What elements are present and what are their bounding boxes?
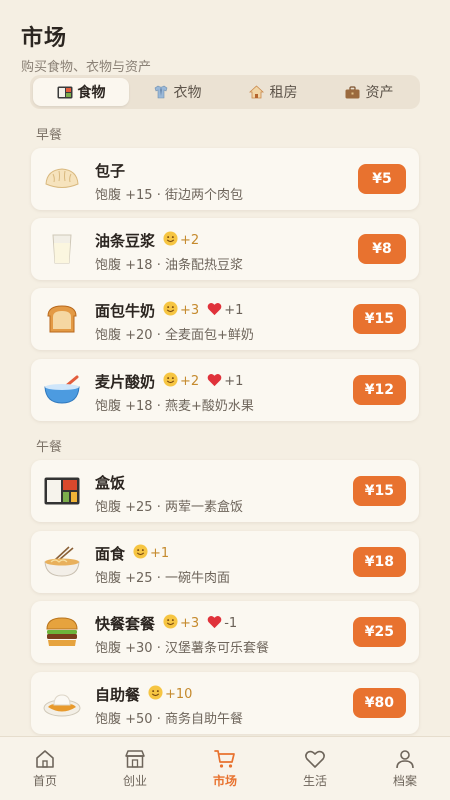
tab-label: 资产 <box>365 85 394 101</box>
buy-button[interactable]: ¥12 <box>352 375 406 405</box>
category-tabs: 食物 衣物 租房 资产 <box>30 75 420 109</box>
health-stat: +1 <box>207 302 243 320</box>
buy-button[interactable]: ¥80 <box>352 688 406 718</box>
mood-stat: +10 <box>148 685 192 704</box>
buy-button[interactable]: ¥18 <box>352 547 406 577</box>
item-name: 自助餐 <box>95 686 141 704</box>
smile-icon <box>163 301 178 320</box>
nav-item-life[interactable]: 生活 <box>270 737 360 800</box>
burger-icon <box>43 614 81 650</box>
smile-icon <box>133 544 148 563</box>
item-name: 面包牛奶 <box>95 302 156 320</box>
house-icon <box>249 85 265 99</box>
bowl-icon <box>43 372 81 408</box>
cart-icon <box>214 750 235 768</box>
shirt-icon <box>153 85 169 99</box>
mood-stat: +3 <box>163 614 199 633</box>
item-description: 饱腹 +20 · 全麦面包+鲜奶 <box>95 328 254 343</box>
nav-label: 创业 <box>122 774 147 788</box>
list-item: 自助餐 +10 饱腹 +50 · 商务自助午餐 ¥80 <box>31 672 419 734</box>
heart-icon <box>207 302 222 320</box>
smile-icon <box>163 231 178 250</box>
mood-stat: +1 <box>133 544 169 563</box>
item-description: 饱腹 +50 · 商务自助午餐 <box>95 712 243 727</box>
list-item: 盒饭 饱腹 +25 · 两荤一素盒饭 ¥15 <box>31 460 419 522</box>
buy-button[interactable]: ¥5 <box>358 164 406 194</box>
smile-icon <box>163 372 178 391</box>
list-item: 包子 饱腹 +15 · 街边两个肉包 ¥5 <box>31 148 419 210</box>
buy-button[interactable]: ¥15 <box>352 304 406 334</box>
nav-label: 档案 <box>392 774 417 788</box>
item-description: 饱腹 +30 · 汉堡薯条可乐套餐 <box>95 641 269 656</box>
list-item: 麦片酸奶 +2 +1 饱腹 +18 · 燕麦+酸奶水果 ¥12 <box>31 359 419 421</box>
curry-plate-icon <box>43 685 81 721</box>
nav-label: 首页 <box>32 774 57 788</box>
milk-glass-icon <box>43 231 81 267</box>
item-description: 饱腹 +18 · 油条配热豆浆 <box>95 258 243 273</box>
buy-button[interactable]: ¥15 <box>352 476 406 506</box>
item-description: 饱腹 +25 · 一碗牛肉面 <box>95 571 230 586</box>
bottom-nav: 首页 创业 市场 生活 档案 <box>0 736 450 800</box>
dumpling-icon <box>43 161 81 197</box>
item-name: 面食 <box>95 545 126 563</box>
page-header: 市场 购买食物、衣物与资产 <box>21 20 151 75</box>
tab-label: 租房 <box>269 85 298 101</box>
list-item: 面食 +1 饱腹 +25 · 一碗牛肉面 ¥18 <box>31 531 419 593</box>
health-stat: -1 <box>207 615 237 633</box>
tab-assets[interactable]: 资产 <box>321 78 417 106</box>
nav-item-market[interactable]: 市场 <box>180 737 270 800</box>
list-item: 面包牛奶 +3 +1 饱腹 +20 · 全麦面包+鲜奶 ¥15 <box>31 288 419 350</box>
nav-label: 市场 <box>212 774 237 788</box>
nav-item-profile[interactable]: 档案 <box>360 737 450 800</box>
tab-food[interactable]: 食物 <box>33 78 129 106</box>
buy-button[interactable]: ¥8 <box>358 234 406 264</box>
item-name: 包子 <box>95 162 126 180</box>
page-title: 市场 <box>21 26 68 51</box>
heart-icon <box>207 615 222 633</box>
page-subtitle: 购买食物、衣物与资产 <box>21 60 152 75</box>
bento-icon <box>57 85 73 99</box>
store-icon <box>125 750 145 768</box>
tab-label: 食物 <box>77 85 106 101</box>
bread-icon <box>43 301 81 337</box>
tab-label: 衣物 <box>173 85 202 101</box>
buy-button[interactable]: ¥25 <box>352 617 406 647</box>
smile-icon <box>163 614 178 633</box>
item-name: 油条豆浆 <box>95 232 156 250</box>
section-label-breakfast: 早餐 <box>36 128 63 143</box>
item-description: 饱腹 +15 · 街边两个肉包 <box>95 188 243 203</box>
mood-stat: +3 <box>163 301 199 320</box>
person-icon <box>396 750 414 769</box>
section-label-lunch: 午餐 <box>36 440 63 455</box>
nav-item-home[interactable]: 首页 <box>0 737 90 800</box>
nav-item-business[interactable]: 创业 <box>90 737 180 800</box>
bento-box-icon <box>43 473 81 509</box>
mood-stat: +2 <box>163 372 199 391</box>
item-name: 麦片酸奶 <box>95 373 156 391</box>
list-item: 油条豆浆 +2 饱腹 +18 · 油条配热豆浆 ¥8 <box>31 218 419 280</box>
heart-icon <box>207 373 222 391</box>
item-description: 饱腹 +25 · 两荤一素盒饭 <box>95 500 243 515</box>
tab-clothes[interactable]: 衣物 <box>129 78 225 106</box>
item-name: 快餐套餐 <box>95 615 156 633</box>
home-icon <box>36 750 54 768</box>
health-stat: +1 <box>207 373 243 391</box>
item-description: 饱腹 +18 · 燕麦+酸奶水果 <box>95 399 254 414</box>
briefcase-icon <box>345 85 361 99</box>
item-name: 盒饭 <box>95 474 126 492</box>
heart-outline-icon <box>305 750 325 768</box>
tab-rent[interactable]: 租房 <box>225 78 321 106</box>
noodle-bowl-icon <box>43 544 81 580</box>
nav-label: 生活 <box>302 774 327 788</box>
mood-stat: +2 <box>163 231 199 250</box>
list-item: 快餐套餐 +3 -1 饱腹 +30 · 汉堡薯条可乐套餐 ¥25 <box>31 601 419 663</box>
smile-icon <box>148 685 163 704</box>
